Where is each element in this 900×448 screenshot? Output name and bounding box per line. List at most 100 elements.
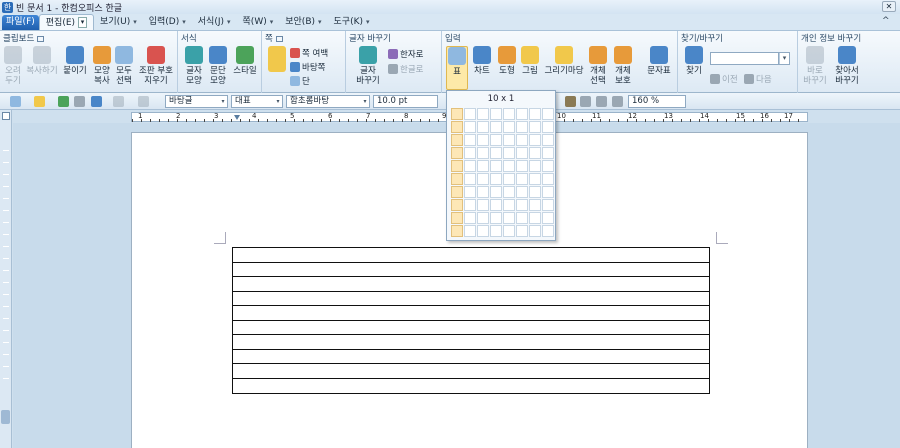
page-button[interactable]	[266, 46, 288, 74]
table-size-cell[interactable]	[516, 134, 528, 146]
table-size-cell[interactable]	[503, 199, 515, 211]
table-size-cell[interactable]	[451, 225, 463, 237]
document-table[interactable]	[232, 247, 710, 394]
table-size-cell[interactable]	[516, 121, 528, 133]
table-button[interactable]: 표	[446, 46, 468, 90]
table-size-cell[interactable]	[503, 160, 515, 172]
table-size-cell[interactable]	[542, 121, 554, 133]
table-row[interactable]	[233, 277, 709, 292]
print-icon[interactable]	[91, 96, 102, 107]
table-size-cell[interactable]	[464, 225, 476, 237]
table-size-cell[interactable]	[464, 121, 476, 133]
cut-button[interactable]: 오려 두기	[2, 46, 24, 86]
table-size-cell[interactable]	[490, 147, 502, 159]
table-size-cell[interactable]	[516, 160, 528, 172]
table-size-cell[interactable]	[477, 225, 489, 237]
table-size-cell[interactable]	[490, 121, 502, 133]
symbols-button[interactable]: 문자표	[644, 46, 674, 76]
table-size-cell[interactable]	[503, 147, 515, 159]
char-shape-button[interactable]: 글자 모양	[182, 46, 206, 86]
table-size-cell[interactable]	[542, 173, 554, 185]
table-size-cell[interactable]	[451, 212, 463, 224]
print-preview-icon[interactable]	[74, 96, 85, 107]
table-size-cell[interactable]	[542, 147, 554, 159]
font-size-select[interactable]: 10.0 pt	[373, 95, 438, 108]
draw-gallery-button[interactable]: 그리기마당	[542, 46, 586, 76]
table-size-cell[interactable]	[529, 108, 541, 120]
table-row[interactable]	[233, 248, 709, 263]
table-size-cell[interactable]	[503, 121, 515, 133]
table-size-cell[interactable]	[490, 160, 502, 172]
tab-security[interactable]: 보안(B) ▾	[279, 14, 327, 30]
prev-button[interactable]: 이전	[710, 73, 738, 85]
shape-copy-button[interactable]: 모양 복사	[90, 46, 114, 86]
to-hangul-button[interactable]: 한글로	[388, 63, 423, 75]
group-settings-icon[interactable]	[275, 35, 283, 42]
chevron-down-icon[interactable]: ▾	[78, 17, 88, 28]
next-button[interactable]: 다음	[744, 73, 772, 85]
table-size-cell[interactable]	[542, 199, 554, 211]
table-size-cell[interactable]	[464, 212, 476, 224]
table-size-cell[interactable]	[516, 108, 528, 120]
page-margin-button[interactable]: 쪽 여백	[290, 47, 328, 59]
save-icon[interactable]	[58, 96, 69, 107]
table-size-grid[interactable]	[451, 108, 554, 237]
table-size-cell[interactable]	[529, 160, 541, 172]
background-page-button[interactable]: 바탕쪽	[290, 61, 325, 73]
object-protect-button[interactable]: 개체 보호	[610, 46, 636, 86]
tab-view[interactable]: 보기(U) ▾	[94, 14, 143, 30]
table-row[interactable]	[233, 321, 709, 335]
table-size-cell[interactable]	[451, 186, 463, 198]
table-size-cell[interactable]	[542, 108, 554, 120]
table-size-cell[interactable]	[477, 121, 489, 133]
table-size-cell[interactable]	[490, 108, 502, 120]
table-size-cell[interactable]	[464, 134, 476, 146]
table-size-cell[interactable]	[503, 186, 515, 198]
ribbon-collapse-icon[interactable]: ^	[882, 16, 894, 27]
table-size-cell[interactable]	[516, 212, 528, 224]
table-size-cell[interactable]	[451, 160, 463, 172]
object-select-button[interactable]: 개체 선택	[586, 46, 610, 86]
indent-marker-icon[interactable]	[234, 115, 240, 120]
table-size-cell[interactable]	[490, 212, 502, 224]
table-size-cell[interactable]	[529, 147, 541, 159]
table-size-cell[interactable]	[451, 199, 463, 211]
align-right-icon[interactable]	[612, 96, 623, 107]
table-size-cell[interactable]	[503, 212, 515, 224]
ruler-corner-icon[interactable]	[2, 112, 10, 120]
table-size-cell[interactable]	[516, 199, 528, 211]
table-size-cell[interactable]	[490, 173, 502, 185]
paste-button[interactable]: 붙이기	[62, 46, 88, 76]
file-menu[interactable]: 파일(F)	[2, 15, 39, 30]
table-size-cell[interactable]	[464, 186, 476, 198]
align-justify-icon[interactable]	[565, 96, 576, 107]
table-size-cell[interactable]	[477, 160, 489, 172]
cond-delete-button[interactable]: 조판 부호 지우기	[136, 46, 176, 86]
select-all-button[interactable]: 모두 선택	[113, 46, 135, 86]
table-size-cell[interactable]	[451, 121, 463, 133]
table-size-cell[interactable]	[477, 199, 489, 211]
group-settings-icon[interactable]	[37, 35, 45, 42]
open-folder-icon[interactable]	[34, 96, 45, 107]
table-size-cell[interactable]	[516, 225, 528, 237]
table-size-cell[interactable]	[490, 186, 502, 198]
shape-button[interactable]: 도형	[496, 46, 518, 76]
table-row[interactable]	[233, 306, 709, 321]
table-size-cell[interactable]	[503, 134, 515, 146]
table-size-cell[interactable]	[542, 134, 554, 146]
language-select[interactable]: 대표 ▾	[231, 95, 283, 108]
table-size-cell[interactable]	[477, 173, 489, 185]
to-hanja-button[interactable]: 한자로	[388, 48, 423, 60]
table-size-cell[interactable]	[451, 108, 463, 120]
table-row[interactable]	[233, 292, 709, 306]
table-row[interactable]	[233, 379, 709, 394]
table-size-cell[interactable]	[451, 147, 463, 159]
tab-format[interactable]: 서식(J) ▾	[192, 14, 237, 30]
table-size-cell[interactable]	[503, 108, 515, 120]
align-center-icon[interactable]	[596, 96, 607, 107]
table-size-cell[interactable]	[477, 186, 489, 198]
table-size-cell[interactable]	[516, 147, 528, 159]
table-size-cell[interactable]	[477, 108, 489, 120]
columns-button[interactable]: 단	[290, 75, 310, 87]
table-size-cell[interactable]	[542, 225, 554, 237]
